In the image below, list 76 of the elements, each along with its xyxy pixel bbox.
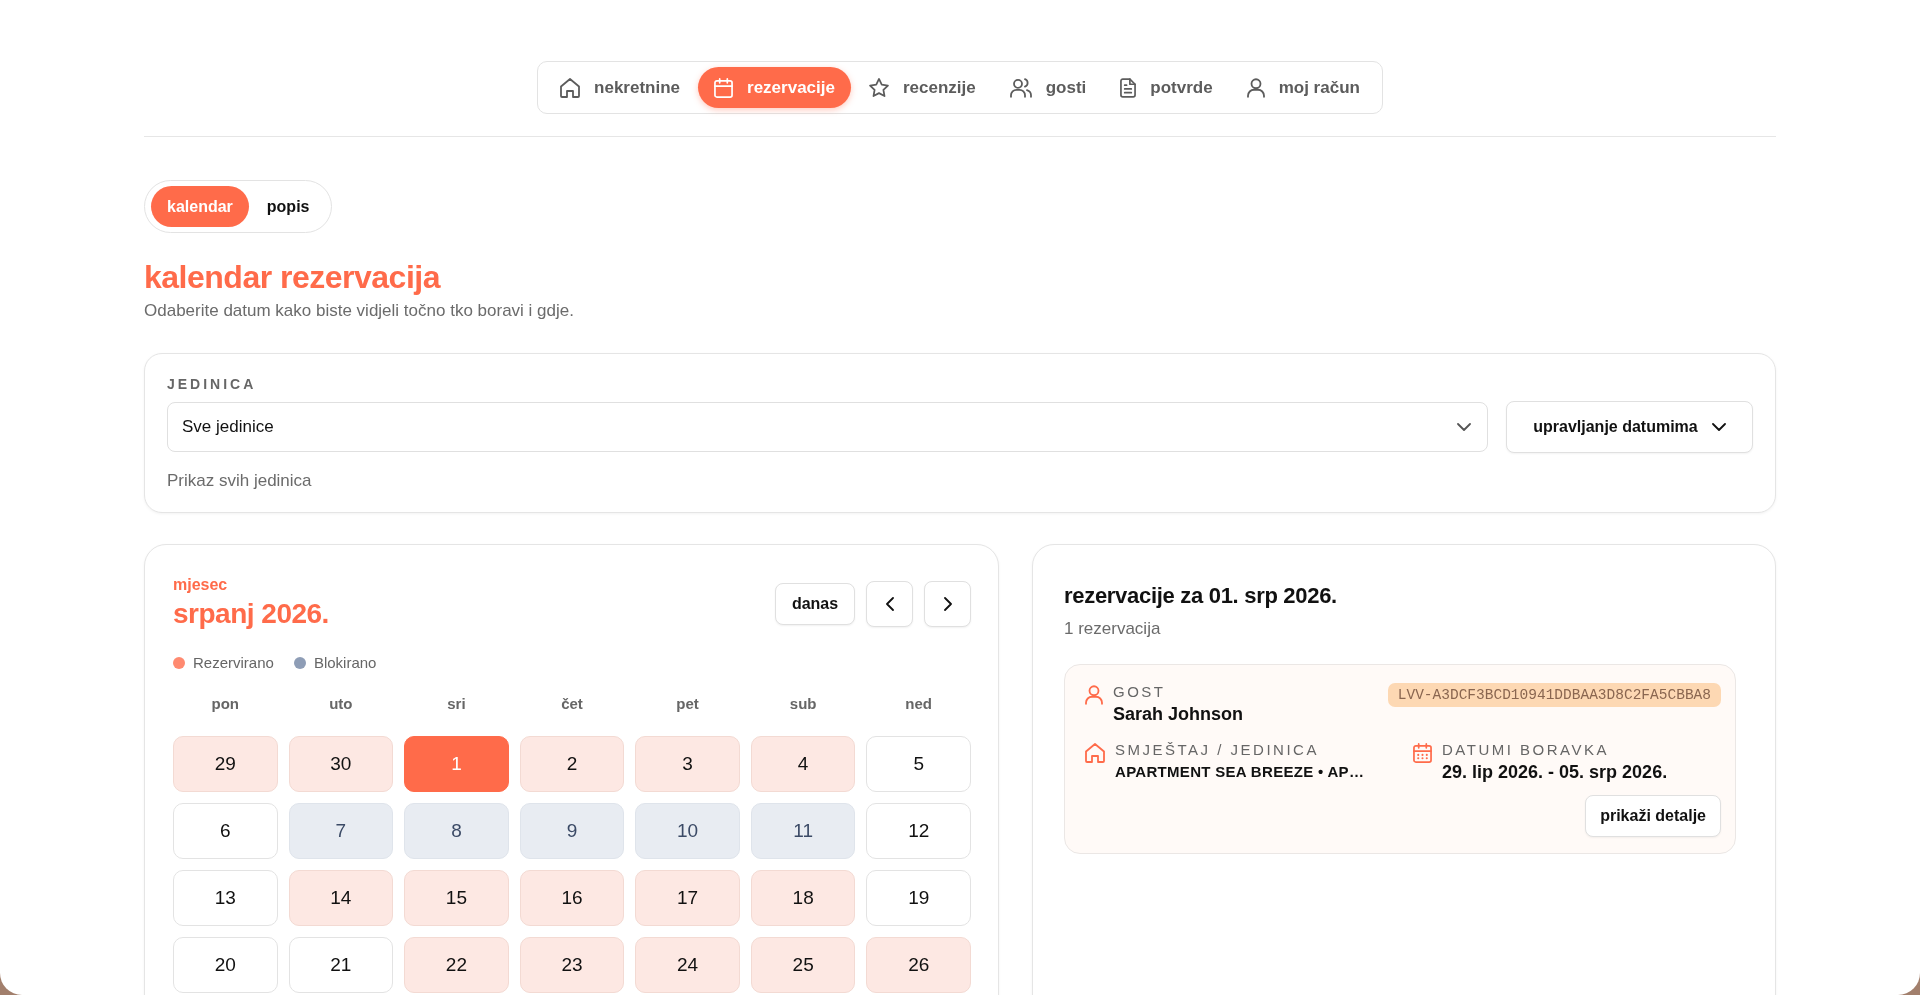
- weekday-label: pon: [210, 695, 241, 713]
- nav-tab[interactable]: recenzije: [852, 67, 992, 108]
- day-cell[interactable]: 7: [288, 803, 394, 859]
- day-cell[interactable]: 10: [635, 803, 740, 859]
- day-cell[interactable]: 15: [404, 870, 509, 926]
- home-icon: [560, 77, 581, 98]
- star-icon: [868, 77, 889, 98]
- day-cell[interactable]: 5: [866, 736, 971, 792]
- day-cell[interactable]: 24: [635, 937, 740, 993]
- stay-dates: 29. lip 2026. - 05. srp 2026.: [1442, 761, 1668, 783]
- home-icon: [1085, 743, 1105, 763]
- page-title: kalendar rezervacija: [144, 258, 442, 296]
- previous-month-button[interactable]: [866, 581, 913, 627]
- guest-label: GOST: [1113, 683, 1167, 701]
- unit-name: APARTMENT SEA BREEZE • AP…: [1115, 762, 1365, 782]
- day-cell[interactable]: 16: [519, 870, 625, 926]
- nav-tab[interactable]: potvrde: [1104, 67, 1229, 108]
- weekday-label: ned: [904, 695, 934, 713]
- weekday-label: pet: [675, 695, 700, 713]
- field-label: JEDINICA: [167, 376, 258, 392]
- users-icon: [1009, 77, 1032, 98]
- legend-label: Rezervirano: [193, 654, 274, 672]
- day-cell[interactable]: 22: [404, 937, 509, 993]
- day-cell[interactable]: 18: [750, 870, 856, 926]
- reservation-count: 1 rezervacija: [1064, 618, 1162, 640]
- document-icon: [1120, 77, 1137, 98]
- day-cell[interactable]: 26: [866, 937, 971, 993]
- person-icon: [1085, 685, 1103, 705]
- chevron-left-icon: [885, 597, 894, 611]
- chevron-down-icon: [1711, 423, 1726, 431]
- day-cell[interactable]: 14: [288, 870, 394, 926]
- chevron-down-icon: [1457, 423, 1471, 431]
- day-cell[interactable]: 11: [750, 803, 856, 859]
- calendar-icon: [1413, 743, 1432, 763]
- next-month-button[interactable]: [924, 581, 971, 627]
- day-cell[interactable]: 2: [519, 736, 625, 792]
- panel-title: rezervacije za 01. srp 2026.: [1064, 583, 1338, 609]
- day-cell[interactable]: 3: [635, 736, 740, 792]
- day-cell[interactable]: 17: [635, 870, 740, 926]
- view-tab[interactable]: popis: [250, 186, 326, 227]
- day-cell[interactable]: 25: [750, 937, 856, 993]
- month-caption: mjesec: [173, 575, 229, 595]
- unit-select[interactable]: Sve jedinice: [167, 402, 1488, 452]
- user-icon: [1246, 77, 1265, 98]
- day-cell[interactable]: 4: [750, 736, 856, 792]
- unit-label: SMJEŠTAJ / JEDINICA: [1115, 741, 1320, 759]
- weekday-label: čet: [560, 695, 584, 713]
- nav-tab[interactable]: moj račun: [1230, 67, 1376, 108]
- calendar-icon: [714, 77, 734, 98]
- day-cell[interactable]: 30: [288, 736, 394, 792]
- chevron-right-icon: [943, 597, 952, 611]
- legend-label: Blokirano: [313, 654, 377, 672]
- weekday-label: sub: [788, 695, 818, 713]
- weekday-label: sri: [446, 695, 467, 713]
- day-cell[interactable]: 8: [404, 803, 509, 859]
- nav-tab[interactable]: gosti: [993, 67, 1103, 108]
- booking-code: LVV-A3DCF3BCD10941DDBAA3D8C2FA5CBBA8: [1387, 683, 1721, 707]
- manage-dates-button[interactable]: upravljanje datumima: [1506, 401, 1753, 453]
- today-button[interactable]: danas: [775, 583, 855, 625]
- day-cell[interactable]: 23: [519, 937, 625, 993]
- day-cell[interactable]: 21: [288, 937, 394, 993]
- field-hint: Prikaz svih jedinica: [167, 470, 313, 492]
- dates-label: DATUMI BORAVKA: [1442, 741, 1610, 759]
- day-cell[interactable]: 29: [173, 736, 278, 792]
- guest-name: Sarah Johnson: [1113, 703, 1244, 725]
- day-cell[interactable]: 19: [866, 870, 971, 926]
- weekday-label: uto: [328, 695, 354, 713]
- details-button[interactable]: prikaži detalje: [1585, 795, 1721, 837]
- day-cell[interactable]: 13: [173, 870, 278, 926]
- day-cell[interactable]: 9: [519, 803, 625, 859]
- day-cell[interactable]: 6: [173, 803, 278, 859]
- nav-tab[interactable]: nekretnine: [544, 67, 697, 108]
- month-title: srpanj 2026.: [173, 597, 329, 631]
- day-cell[interactable]: 12: [866, 803, 971, 859]
- page-subtitle: Odaberite datum kako biste vidjeli točno tko boravi i gdje.: [144, 300, 575, 322]
- day-cell[interactable]: 20: [173, 937, 278, 993]
